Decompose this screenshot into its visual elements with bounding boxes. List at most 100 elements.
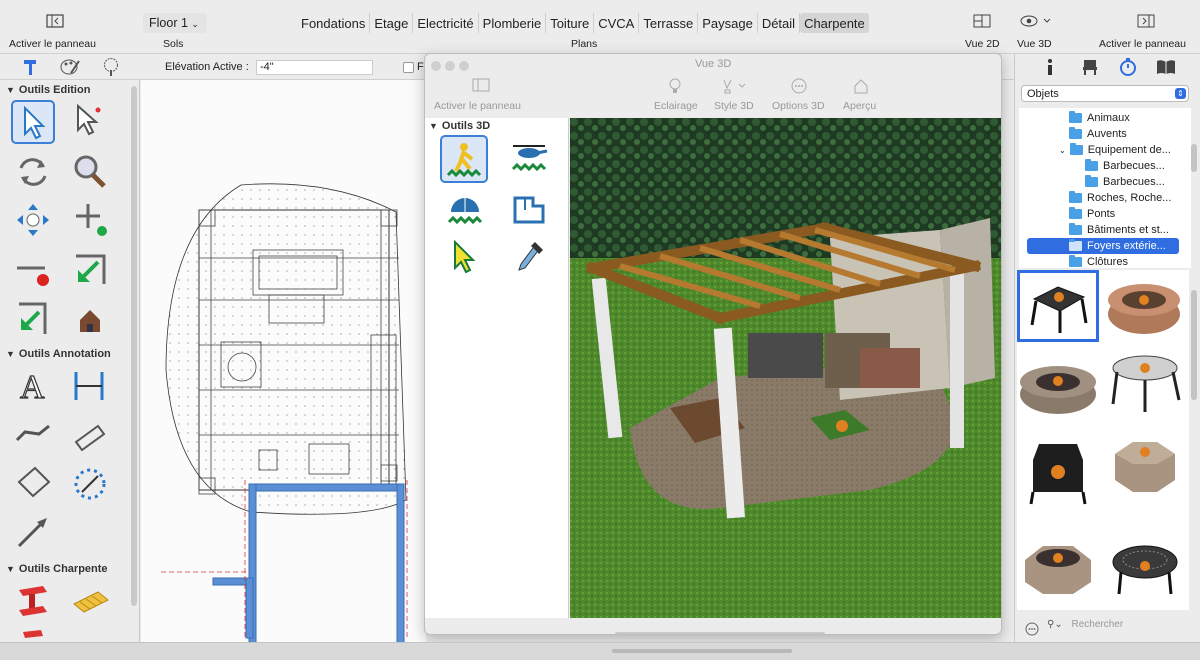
gallery-item[interactable] bbox=[1103, 532, 1185, 604]
tab-terrasse[interactable]: Terrasse bbox=[639, 13, 699, 33]
tree-item[interactable]: Ponts bbox=[1069, 206, 1115, 222]
main-hscrollbar[interactable] bbox=[612, 649, 792, 653]
brush-icon[interactable] bbox=[721, 78, 749, 97]
select-objects-tool[interactable] bbox=[68, 100, 112, 144]
post-tool[interactable] bbox=[11, 628, 55, 642]
eclairage-button[interactable]: Eclairage bbox=[654, 100, 698, 112]
window-zoom-button[interactable] bbox=[459, 61, 469, 71]
section-outils-charpente[interactable]: ▼ Outils Charpente bbox=[6, 563, 108, 575]
tab-plomberie[interactable]: Plomberie bbox=[479, 13, 547, 33]
rotate-tool[interactable] bbox=[11, 150, 55, 194]
house-tool[interactable] bbox=[68, 298, 112, 342]
apercu-button[interactable]: Aperçu bbox=[843, 100, 876, 112]
line-dimension-tool[interactable] bbox=[11, 412, 55, 456]
tree-item[interactable]: Animaux bbox=[1069, 110, 1130, 126]
diagonal-dimension-tool[interactable] bbox=[11, 462, 55, 506]
lightbulb-icon[interactable] bbox=[668, 78, 682, 97]
house-preview-icon[interactable] bbox=[853, 78, 869, 97]
window-minimize-button[interactable] bbox=[445, 61, 455, 71]
hammer-icon[interactable] bbox=[22, 59, 40, 79]
tab-electricite[interactable]: Electricité bbox=[413, 13, 479, 33]
tree-item[interactable]: Barbecues... bbox=[1085, 174, 1165, 190]
view-2d-label[interactable]: Vue 2D bbox=[965, 38, 1000, 50]
more-options-icon[interactable] bbox=[791, 78, 807, 97]
tree-item[interactable]: Roches, Roche... bbox=[1069, 190, 1171, 206]
elevation-input[interactable]: -4" bbox=[256, 60, 373, 75]
chair-icon[interactable] bbox=[1081, 58, 1099, 79]
select-tool[interactable] bbox=[11, 100, 55, 144]
tree-item[interactable]: Bâtiments et st... bbox=[1069, 222, 1169, 238]
palette-icon[interactable] bbox=[60, 58, 80, 79]
tab-toiture[interactable]: Toiture bbox=[546, 13, 595, 33]
window-close-button[interactable] bbox=[431, 61, 441, 71]
disclosure-open-icon[interactable]: ⌄ bbox=[1059, 146, 1066, 155]
floor-select[interactable]: Floor 1 ⌄ bbox=[143, 13, 207, 33]
left-panel-toggle-label[interactable]: Activer le panneau bbox=[9, 38, 96, 50]
tree-item[interactable]: Clôtures bbox=[1069, 254, 1128, 270]
select-3d-tool[interactable] bbox=[443, 234, 487, 278]
dimension-tool[interactable] bbox=[68, 364, 112, 408]
info-icon[interactable] bbox=[1045, 58, 1055, 79]
arrow-tool[interactable] bbox=[11, 510, 55, 554]
gallery-item[interactable] bbox=[1017, 270, 1099, 342]
library-book-icon[interactable] bbox=[1155, 58, 1177, 79]
helicopter-tool[interactable] bbox=[507, 137, 551, 181]
add-point-tool[interactable] bbox=[68, 198, 112, 242]
eyedropper-tool[interactable] bbox=[507, 234, 551, 278]
tree-scrollbar[interactable] bbox=[1191, 144, 1197, 172]
tree-item[interactable]: ⌄ Equipement de... bbox=[1059, 142, 1171, 158]
break-tool[interactable] bbox=[11, 298, 55, 342]
tab-fondations[interactable]: Fondations bbox=[297, 13, 371, 33]
gallery-item[interactable] bbox=[1017, 532, 1099, 604]
zoom-tool[interactable] bbox=[68, 150, 112, 194]
more-actions-icon[interactable] bbox=[1025, 622, 1039, 639]
sidebar-toggle-icon[interactable] bbox=[46, 14, 68, 32]
style-3d-button[interactable]: Style 3D bbox=[714, 100, 754, 112]
gallery-scrollbar[interactable] bbox=[1191, 290, 1197, 400]
right-panel-toggle-label[interactable]: Activer le panneau bbox=[1099, 38, 1186, 50]
tab-charpente[interactable]: Charpente bbox=[800, 13, 869, 33]
tree-item[interactable]: Barbecues... bbox=[1085, 158, 1165, 174]
angled-dimension-tool[interactable] bbox=[68, 412, 112, 456]
section-outils-annotation[interactable]: ▼ Outils Annotation bbox=[6, 348, 111, 360]
options-3d-button[interactable]: Options 3D bbox=[772, 100, 825, 112]
radius-dimension-tool[interactable] bbox=[68, 462, 112, 506]
gallery-item[interactable] bbox=[1103, 430, 1185, 502]
corner-tool[interactable] bbox=[68, 250, 112, 294]
floor-plan-3d-tool[interactable] bbox=[507, 186, 551, 230]
tools-scrollbar[interactable] bbox=[131, 86, 137, 606]
library-category-select[interactable]: Objets ⇕ bbox=[1021, 85, 1189, 102]
delete-point-tool[interactable] bbox=[11, 250, 55, 294]
text-tool[interactable]: A bbox=[11, 364, 55, 408]
sidebar-right-toggle-icon[interactable] bbox=[1137, 14, 1159, 32]
scene-hscrollbar[interactable] bbox=[615, 632, 825, 634]
gallery-item[interactable] bbox=[1103, 270, 1185, 342]
view-3d-label[interactable]: Vue 3D bbox=[1017, 38, 1052, 50]
pan-tool[interactable] bbox=[11, 198, 55, 242]
plan-view-canvas[interactable] bbox=[141, 80, 426, 642]
option-checkbox[interactable] bbox=[403, 62, 414, 73]
3d-render-viewport[interactable] bbox=[570, 118, 1001, 618]
view-2d-icon[interactable] bbox=[973, 14, 995, 32]
tree-item-selected[interactable]: Foyers extérie... bbox=[1027, 238, 1179, 254]
section-outils-edition[interactable]: ▼ Outils Edition bbox=[6, 84, 90, 96]
gallery-item[interactable] bbox=[1017, 430, 1099, 505]
panel-toggle-icon[interactable] bbox=[472, 78, 490, 95]
tab-paysage[interactable]: Paysage bbox=[698, 13, 758, 33]
beam-tool[interactable] bbox=[11, 580, 55, 624]
panel-toggle-label[interactable]: Activer le panneau bbox=[434, 100, 521, 112]
walkthrough-tool[interactable] bbox=[440, 135, 488, 183]
joist-tool[interactable] bbox=[68, 580, 112, 624]
library-search-field[interactable]: ⚲⌄ Rechercher bbox=[1047, 619, 1197, 637]
eye-icon[interactable] bbox=[1020, 14, 1054, 32]
tab-cvca[interactable]: CVCA bbox=[594, 13, 640, 33]
orbit-tool[interactable] bbox=[443, 186, 487, 230]
tree-icon[interactable] bbox=[101, 57, 121, 80]
tab-detail[interactable]: Détail bbox=[758, 13, 801, 33]
stopwatch-icon[interactable] bbox=[1119, 57, 1137, 80]
section-outils-3d[interactable]: ▼ Outils 3D bbox=[429, 120, 490, 132]
tree-item[interactable]: Auvents bbox=[1069, 126, 1127, 142]
gallery-item[interactable] bbox=[1017, 350, 1099, 422]
gallery-item[interactable] bbox=[1103, 348, 1185, 420]
tab-etage[interactable]: Etage bbox=[370, 13, 414, 33]
